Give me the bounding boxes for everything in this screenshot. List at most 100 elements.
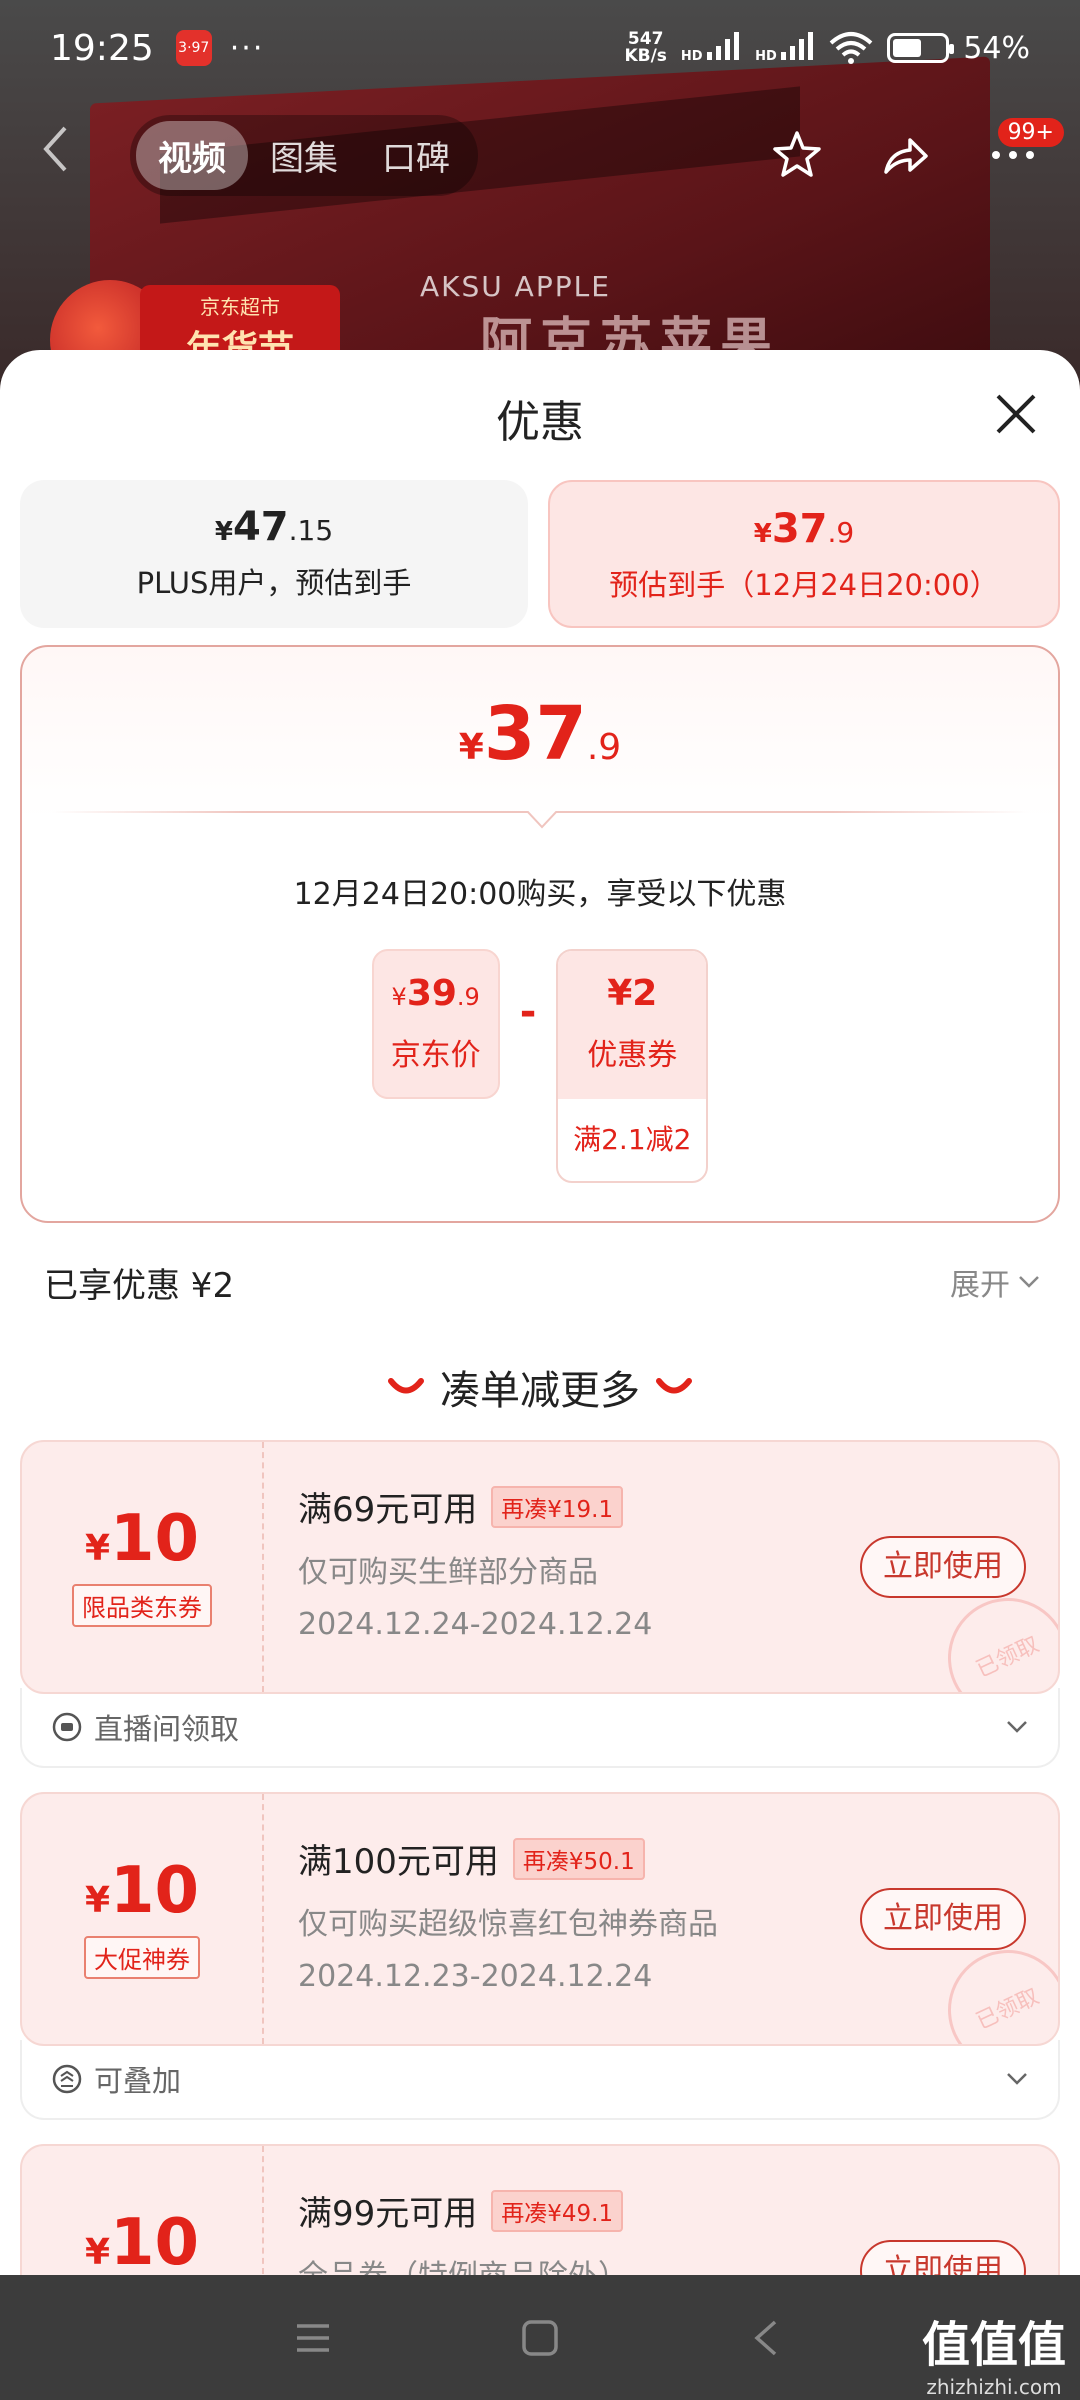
estimated-price-card[interactable]: ¥37.9 预估到手（12月24日20:00）	[548, 480, 1060, 628]
watermark: 值值值 zhizhizhi.com	[922, 2305, 1066, 2399]
chevron-left-icon	[43, 126, 67, 171]
plus-price-yen: ¥	[214, 517, 233, 547]
discount-sheet: 优惠 ¥47.15 PLUS用户，预估到手 ¥37.9 预估到手（12月24日2…	[0, 350, 1080, 2275]
close-icon[interactable]	[992, 390, 1040, 438]
coupon-yen: ¥	[84, 1528, 110, 1569]
coupon-condition-text: 满99元可用	[298, 2194, 478, 2234]
minus-sign: -	[519, 989, 537, 1035]
jd-price-label: 京东价	[390, 1038, 481, 1073]
status-time: 19:25	[50, 27, 154, 69]
coupon-need-more: 再凑¥19.1	[491, 1485, 624, 1528]
use-now-button[interactable]: 立即使用	[860, 2240, 1026, 2275]
coupon-card: ¥10 限品类东券 满69元可用 再凑¥19.1 仅可购买生鲜部分商品 2024.…	[20, 1440, 1060, 1694]
add-more-section-title: 凑单减更多	[0, 1358, 1080, 1416]
coupon-item: ¥10 限品类东券 满69元可用 再凑¥19.1 仅可购买生鲜部分商品 2024.…	[20, 1440, 1060, 1768]
coupon-scope: 全品券（特例商品除外）	[298, 2251, 628, 2275]
coupon-condition-text: 满100元可用	[298, 1842, 499, 1882]
use-now-button[interactable]: 立即使用	[860, 1888, 1026, 1950]
network-speed: 547 KB/s	[624, 31, 666, 65]
system-nav-bar	[0, 2275, 1080, 2400]
price-calculation: ¥39.9 京东价 - ¥2 优惠券 满2.1减2	[22, 949, 1058, 1183]
jd-price-value: ¥39.9	[374, 973, 498, 1014]
coupon-scope: 仅可购买超级惊喜红包神券商品	[298, 1907, 718, 1942]
price-options: ¥47.15 PLUS用户，预估到手 ¥37.9 预估到手（12月24日20:0…	[20, 480, 1060, 628]
cart-count-badge: 99+	[997, 118, 1064, 147]
product-box-english: AKSU APPLE	[420, 270, 611, 303]
smile-right-icon	[656, 1378, 692, 1394]
back-button[interactable]	[40, 124, 90, 187]
jd-price-dec: .9	[456, 983, 480, 1011]
status-bar: 19:25 3·97 ··· 547 KB/s HD HD 54%	[0, 0, 1080, 96]
share-icon[interactable]	[878, 128, 932, 182]
coupon-chip-value: ¥2	[607, 973, 658, 1014]
watermark-url: zhizhizhi.com	[926, 2375, 1062, 2399]
sheet-title: 优惠	[496, 397, 584, 448]
app-notification-icon: 3·97	[175, 30, 212, 66]
coupon-scope: 仅可购买生鲜部分商品	[298, 1555, 598, 1590]
coupon-type-tag: 大促神券	[84, 1936, 200, 1979]
battery-fill	[893, 39, 922, 57]
estimated-price-int: 37	[771, 506, 828, 552]
wifi-icon	[829, 32, 873, 64]
signal-hd-1: HD	[681, 32, 741, 64]
expand-button[interactable]: 展开	[950, 1260, 1040, 1304]
coupon-chip: ¥2 优惠券 满2.1减2	[556, 949, 709, 1183]
chevron-down-icon	[1019, 1276, 1039, 1288]
more-notifications-icon: ···	[229, 30, 265, 66]
coupon-chip-label: 优惠券	[587, 1038, 678, 1073]
coupon-info: 满69元可用 再凑¥19.1 仅可购买生鲜部分商品 2024.12.24-2024…	[298, 1482, 652, 1642]
menu-icon[interactable]	[291, 2316, 335, 2360]
coupon-amount: ¥10	[22, 2206, 262, 2275]
enjoyed-discount: 已享优惠 ¥2	[44, 1266, 235, 1306]
home-icon[interactable]	[518, 2316, 562, 2360]
coupon-info: 满100元可用 再凑¥50.1 仅可购买超级惊喜红包神券商品 2024.12.23…	[298, 1834, 718, 1994]
tab-reviews[interactable]: 口碑	[360, 121, 472, 190]
live-room-icon	[52, 1712, 82, 1742]
coupon-amount: ¥10	[22, 1502, 262, 1576]
plus-price-card[interactable]: ¥47.15 PLUS用户，预估到手	[20, 480, 528, 628]
coupon-stack-row[interactable]: 可叠加	[20, 2040, 1060, 2120]
hd-label-1: HD	[680, 49, 703, 64]
coupon-condition: 满99元可用 再凑¥49.1	[298, 2186, 628, 2235]
coupon-amount: ¥10	[22, 1854, 262, 1928]
coupon-amount-value: 10	[110, 2206, 200, 2275]
tab-gallery[interactable]: 图集	[248, 121, 360, 190]
signal-1-icon	[707, 32, 740, 60]
coupon-yen: ¥	[84, 2232, 110, 2273]
coupon-amount-area: ¥10 大促神券	[22, 1794, 264, 2044]
purchase-time-note: 12月24日20:00购买，享受以下优惠	[293, 877, 787, 912]
hd-label-2: HD	[755, 49, 777, 64]
smile-left-icon	[388, 1378, 424, 1394]
final-price-int: 37	[483, 691, 587, 777]
coupon-card: ¥10 满99元可用再凑¥49.1 全品券（特例商品除外） 立即使用	[20, 2144, 1060, 2275]
battery-icon	[887, 33, 955, 63]
tab-video[interactable]: 视频	[136, 120, 248, 190]
coupon-type-tag: 限品类东券	[72, 1584, 212, 1627]
coupon-condition: 满69元可用 再凑¥19.1	[298, 1482, 652, 1531]
network-speed-unit: KB/s	[624, 46, 667, 66]
estimated-price-label: 预估到手（12月24日20:00）	[609, 568, 999, 602]
coupon-source-row[interactable]: 直播间领取	[20, 1688, 1060, 1768]
coupon-amount-area: ¥10	[22, 2146, 264, 2275]
coupon-item: ¥10 大促神券 满100元可用 再凑¥50.1 仅可购买超级惊喜红包神券商品 2…	[20, 1792, 1060, 2120]
final-price-dec: .9	[586, 727, 622, 768]
use-now-button[interactable]: 立即使用	[860, 1536, 1026, 1598]
estimated-price-dec: .9	[827, 516, 855, 549]
coupon-stack-text: 可叠加	[94, 2064, 182, 2098]
media-tabs: 视频 图集 口碑	[130, 114, 478, 196]
jd-price-chip: ¥39.9 京东价	[371, 949, 500, 1099]
coupon-card: ¥10 大促神券 满100元可用 再凑¥50.1 仅可购买超级惊喜红包神券商品 2…	[20, 1792, 1060, 2046]
coupon-amount-value: 10	[110, 1854, 200, 1928]
plus-price-int: 47	[232, 504, 289, 550]
coupon-need-more: 再凑¥50.1	[512, 1837, 645, 1880]
signal-hd-2: HD	[755, 32, 815, 64]
battery-percent: 54%	[963, 30, 1030, 66]
coupon-item: ¥10 满99元可用再凑¥49.1 全品券（特例商品除外） 立即使用	[20, 2144, 1060, 2275]
jd-price-yen: ¥	[391, 983, 407, 1011]
divider-notch-icon	[527, 811, 557, 829]
price-breakdown: ¥37.9 12月24日20:00购买，享受以下优惠 ¥39.9 京东价 - ¥…	[20, 645, 1060, 1223]
favorite-star-icon[interactable]	[770, 128, 824, 182]
plus-price: ¥47.15	[20, 504, 528, 550]
add-more-title-text: 凑单减更多	[440, 1368, 640, 1414]
back-nav-icon[interactable]	[745, 2316, 789, 2360]
